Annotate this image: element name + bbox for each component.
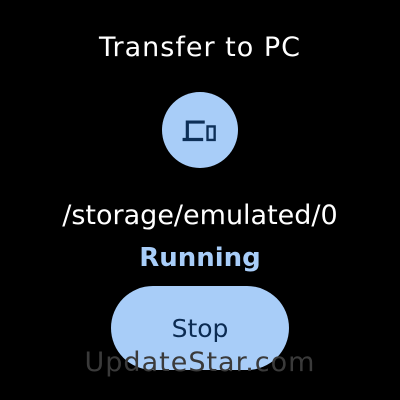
storage-path: /storage/emulated/0 — [62, 200, 338, 231]
stop-button[interactable]: Stop — [111, 286, 289, 370]
status-text: Running — [139, 243, 261, 273]
page-title: Transfer to PC — [99, 32, 301, 63]
device-icon-badge — [162, 92, 238, 168]
devices-icon — [181, 111, 219, 149]
